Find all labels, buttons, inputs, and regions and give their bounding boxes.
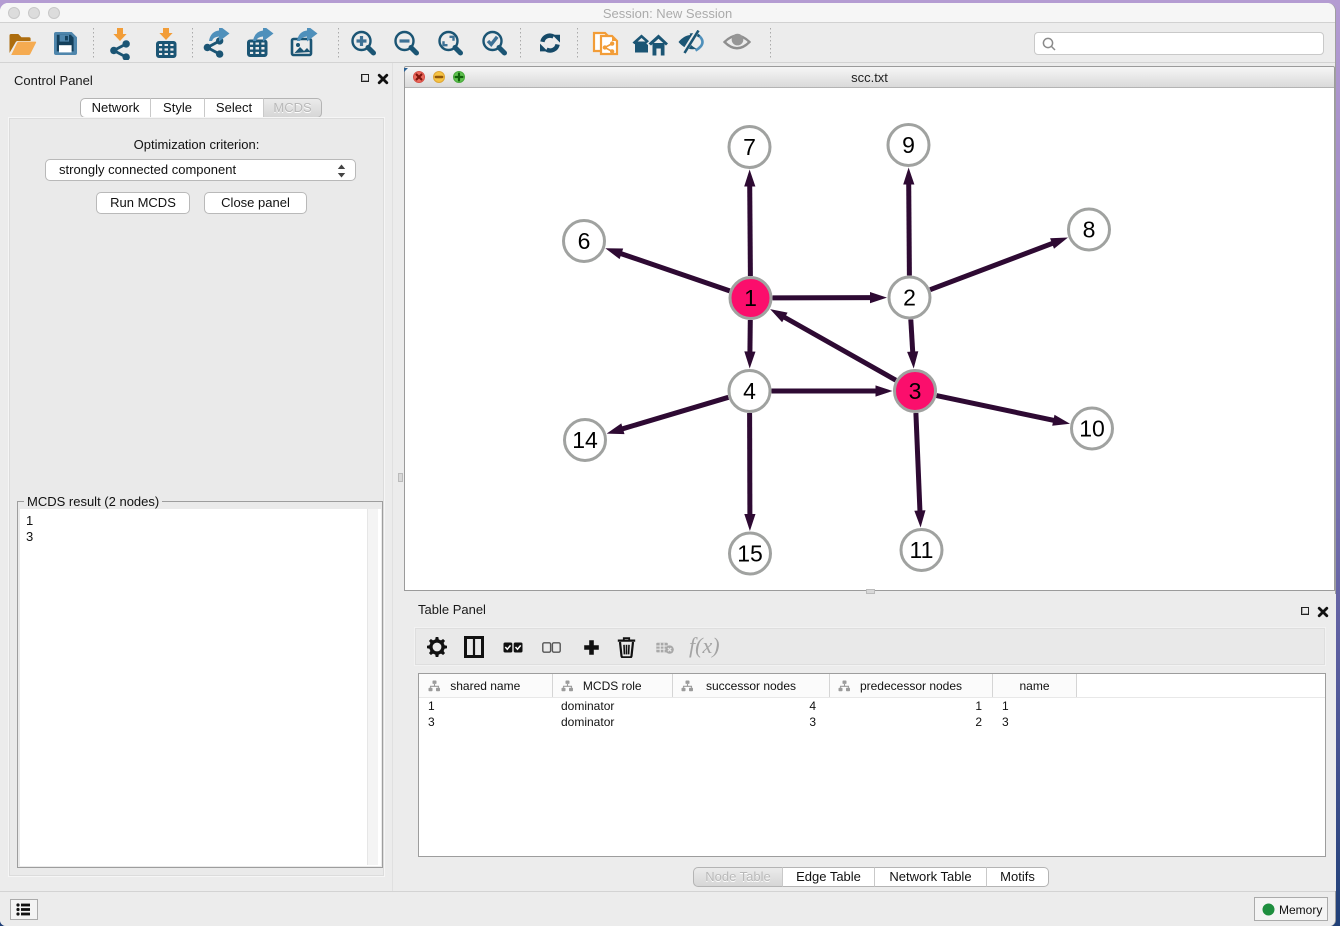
svg-text:15: 15 xyxy=(737,541,763,567)
svg-text:10: 10 xyxy=(1079,416,1105,442)
svg-text:14: 14 xyxy=(572,427,598,453)
svg-text:3: 3 xyxy=(909,378,922,404)
svg-text:7: 7 xyxy=(743,134,756,160)
svg-text:1: 1 xyxy=(744,285,757,311)
svg-text:8: 8 xyxy=(1083,217,1096,243)
svg-text:11: 11 xyxy=(910,537,934,563)
svg-text:9: 9 xyxy=(902,132,915,158)
svg-text:6: 6 xyxy=(578,228,591,254)
svg-text:4: 4 xyxy=(743,378,756,404)
svg-text:2: 2 xyxy=(903,285,916,311)
